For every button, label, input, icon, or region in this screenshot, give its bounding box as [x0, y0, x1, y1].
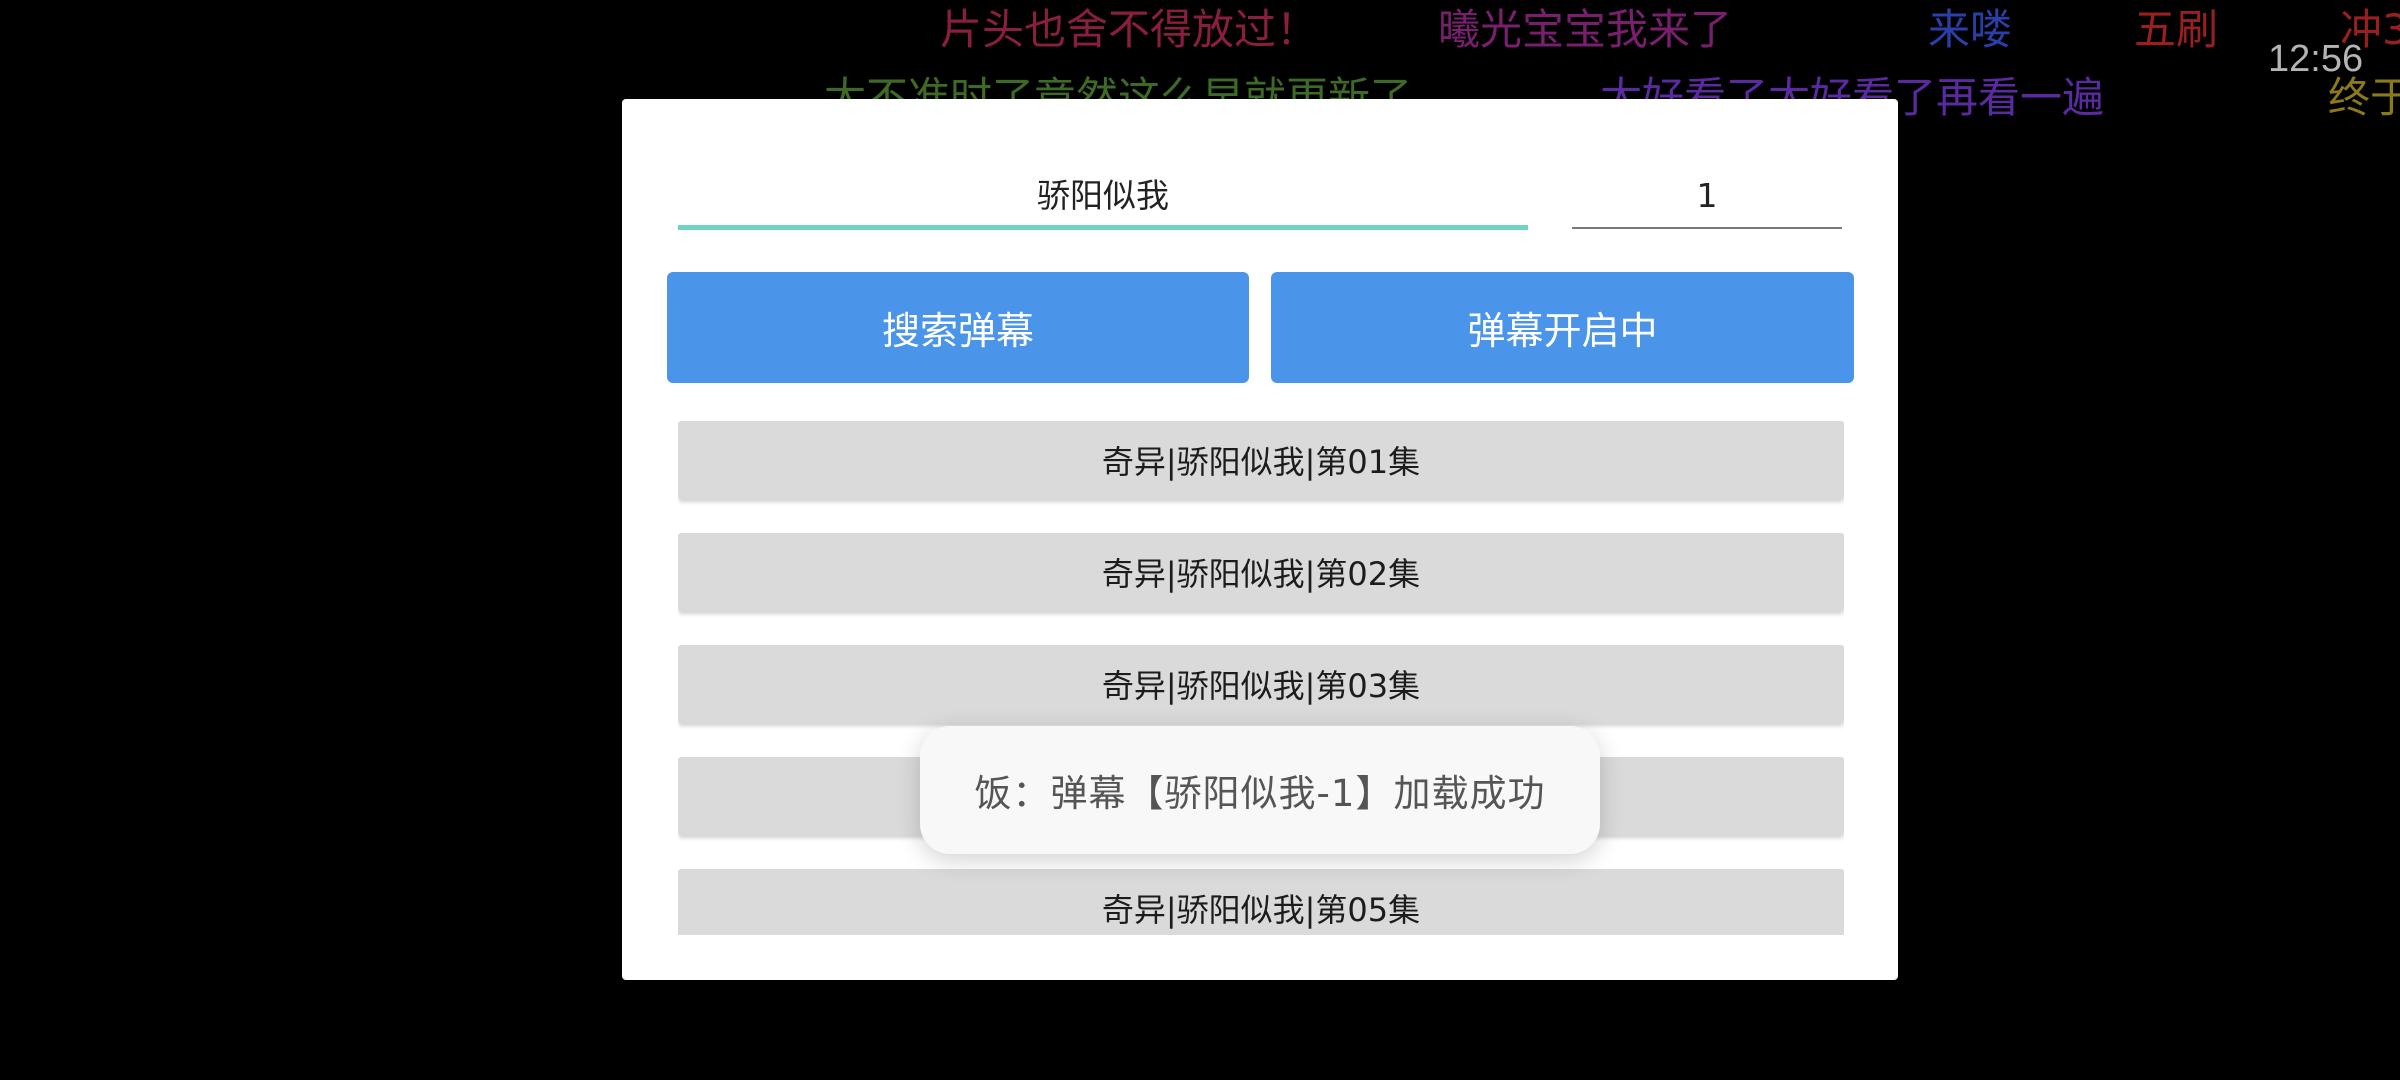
danmaku-toggle-button[interactable]: 弹幕开启中 [1271, 272, 1854, 383]
danmaku-comment: 片头也舍不得放过！ [940, 5, 1319, 54]
episode-list: 奇异|骄阳似我|第01集 奇异|骄阳似我|第02集 奇异|骄阳似我|第03集 奇… [678, 421, 1844, 935]
episode-item[interactable]: 奇异|骄阳似我|第05集 [678, 869, 1844, 935]
episode-item[interactable]: 奇异|骄阳似我|第01集 [678, 421, 1844, 499]
video-player-screen: 片头也舍不得放过！ 曦光宝宝我来了 来喽 五刷 冲3 太不准时了竟然这么早就更新… [0, 0, 2400, 1080]
danmaku-comment: 五刷 [2134, 5, 2219, 54]
danmaku-comment: 来喽 [1928, 5, 2013, 54]
danmaku-comment: 曦光宝宝我来了 [1438, 5, 1733, 54]
series-name-input[interactable]: 骄阳似我 [678, 173, 1528, 230]
episode-item[interactable]: 奇异|骄阳似我|第02集 [678, 533, 1844, 611]
episode-number-input[interactable]: 1 [1572, 173, 1842, 229]
episode-item[interactable]: 奇异|骄阳似我|第03集 [678, 645, 1844, 723]
status-clock: 12:56 [2268, 38, 2364, 80]
load-success-toast: 饭：弹幕【骄阳似我-1】加载成功 [920, 726, 1600, 854]
search-danmaku-button[interactable]: 搜索弹幕 [667, 272, 1249, 383]
